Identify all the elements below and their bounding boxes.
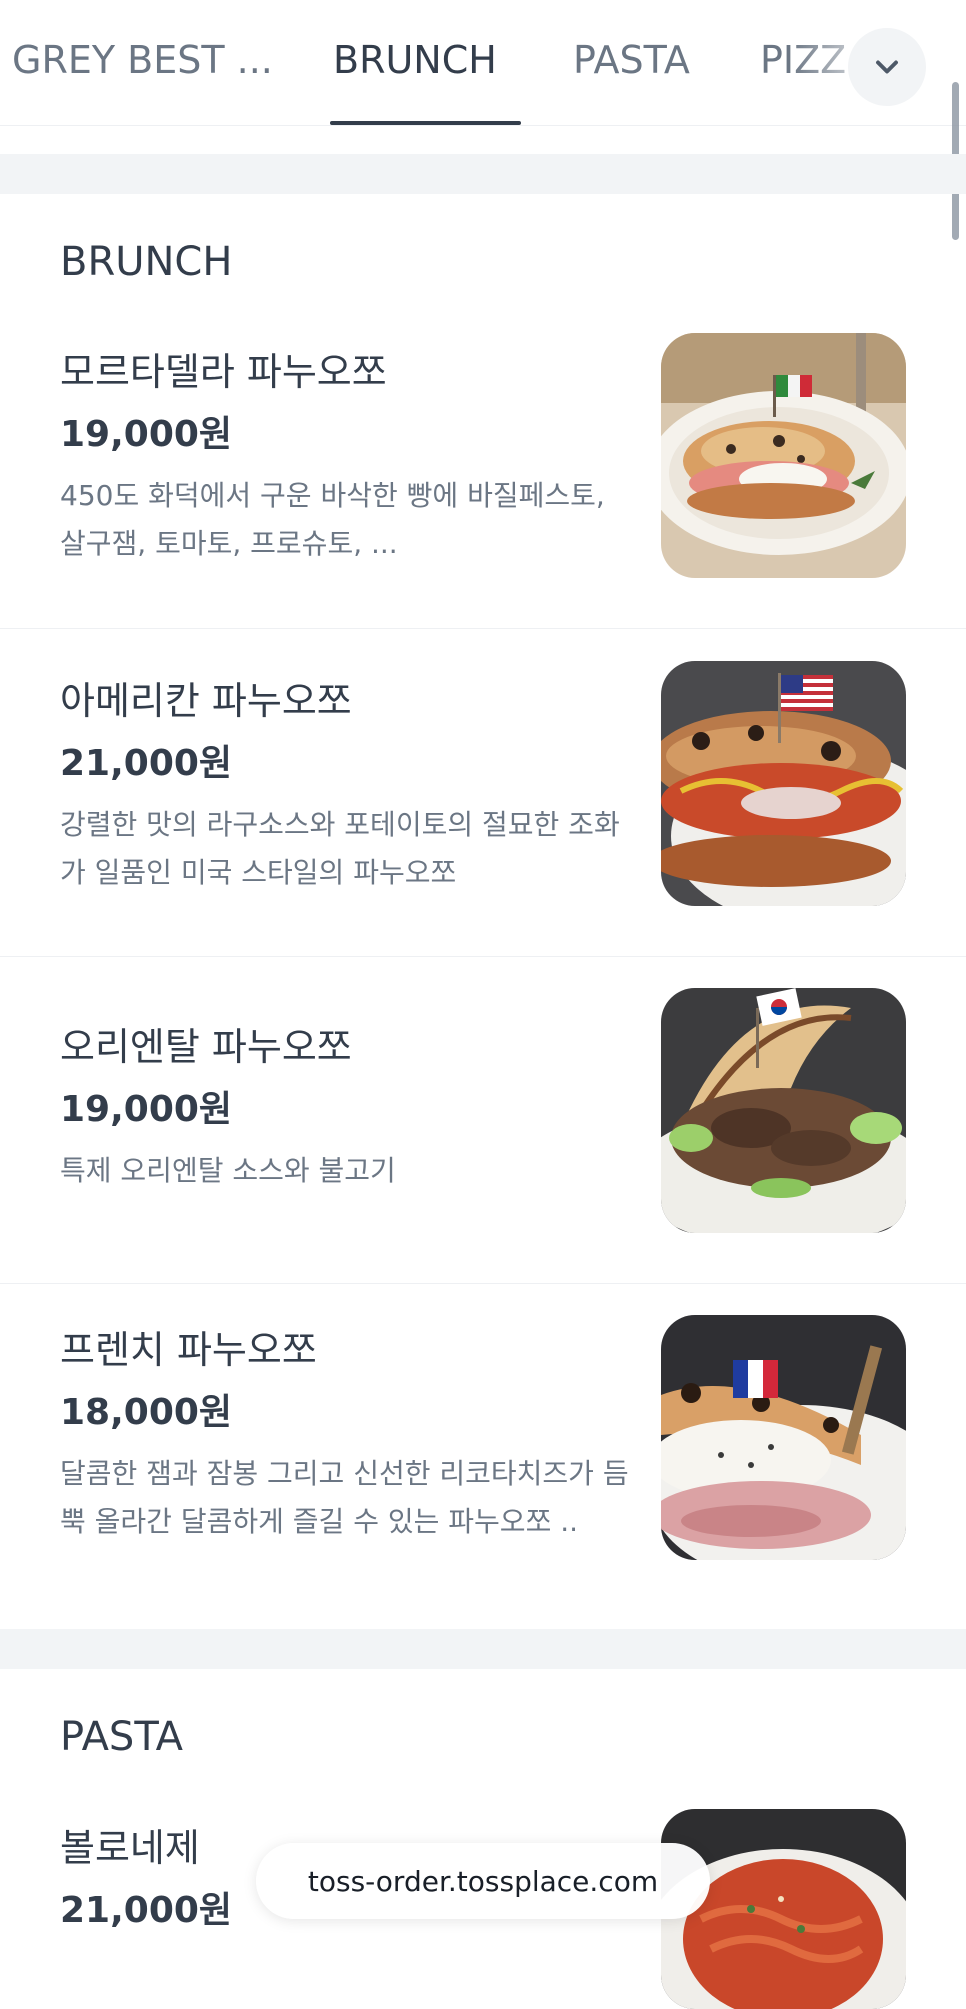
menu-item-photo [661, 661, 906, 906]
menu-item-description: 강렬한 맛의 라구소스와 포테이토의 절묘한 조화가 일품인 미국 스타일의 파… [60, 808, 620, 889]
chevron-down-icon [876, 60, 898, 74]
section-gap [0, 1629, 966, 1669]
menu-item-price: 19,000원 [60, 1089, 233, 1130]
menu-item-description: 450도 화덕에서 구운 바삭한 빵에 바질페스토, 살구잼, 토마토, 프로슈… [60, 479, 605, 560]
menu-item-price: 21,000원 [60, 1890, 233, 1931]
section-title-brunch: BRUNCH [60, 239, 233, 285]
menu-item-photo [661, 1315, 906, 1560]
menu-item-american[interactable]: 아메리칸 파누오쪼 21,000원 강렬한 맛의 라구소스와 포테이토의 절묘한… [0, 629, 966, 956]
menu-item-name: 볼로네제 [60, 1826, 200, 1870]
menu-item-mortadella[interactable]: 모르타델라 파누오쪼 19,000원 450도 화덕에서 구운 바삭한 빵에 바… [0, 310, 966, 628]
menu-item-name: 모르타델라 파누오쪼 [60, 350, 387, 394]
tab-grey-best[interactable]: GREY BEST ... [12, 36, 273, 84]
menu-item-name: 오리엔탈 파누오쪼 [60, 1025, 352, 1069]
menu-item-description: 달콤한 잼과 잠봉 그리고 신선한 리코타치즈가 듬뿍 올라간 달콤하게 즐길 … [60, 1457, 629, 1538]
menu-item-description: 특제 오리엔탈 소스와 불고기 [60, 1154, 396, 1187]
menu-item-name: 아메리칸 파누오쪼 [60, 679, 352, 723]
menu-item-photo [661, 1809, 906, 2009]
section-gap [0, 154, 966, 194]
category-dropdown-button[interactable] [848, 28, 926, 106]
menu-item-price: 18,000원 [60, 1392, 233, 1433]
category-tab-bar: GREY BEST ... BRUNCH PASTA PIZZ [0, 0, 966, 126]
menu-item-oriental[interactable]: 오리엔탈 파누오쪼 19,000원 특제 오리엔탈 소스와 불고기 [0, 957, 966, 1283]
active-tab-indicator [330, 121, 521, 125]
menu-item-french[interactable]: 프렌치 파누오쪼 18,000원 달콤한 잼과 잠봉 그리고 신선한 리코타치즈… [0, 1284, 966, 1629]
browser-url-bar[interactable]: toss-order.tossplace.com [256, 1843, 710, 1919]
tab-brunch[interactable]: BRUNCH [333, 36, 497, 84]
tab-pasta[interactable]: PASTA [573, 36, 690, 84]
menu-item-name: 프렌치 파누오쪼 [60, 1328, 317, 1372]
menu-item-photo [661, 333, 906, 578]
section-title-pasta: PASTA [60, 1714, 184, 1760]
menu-item-photo [661, 988, 906, 1233]
menu-item-price: 19,000원 [60, 414, 233, 455]
menu-item-price: 21,000원 [60, 743, 233, 784]
